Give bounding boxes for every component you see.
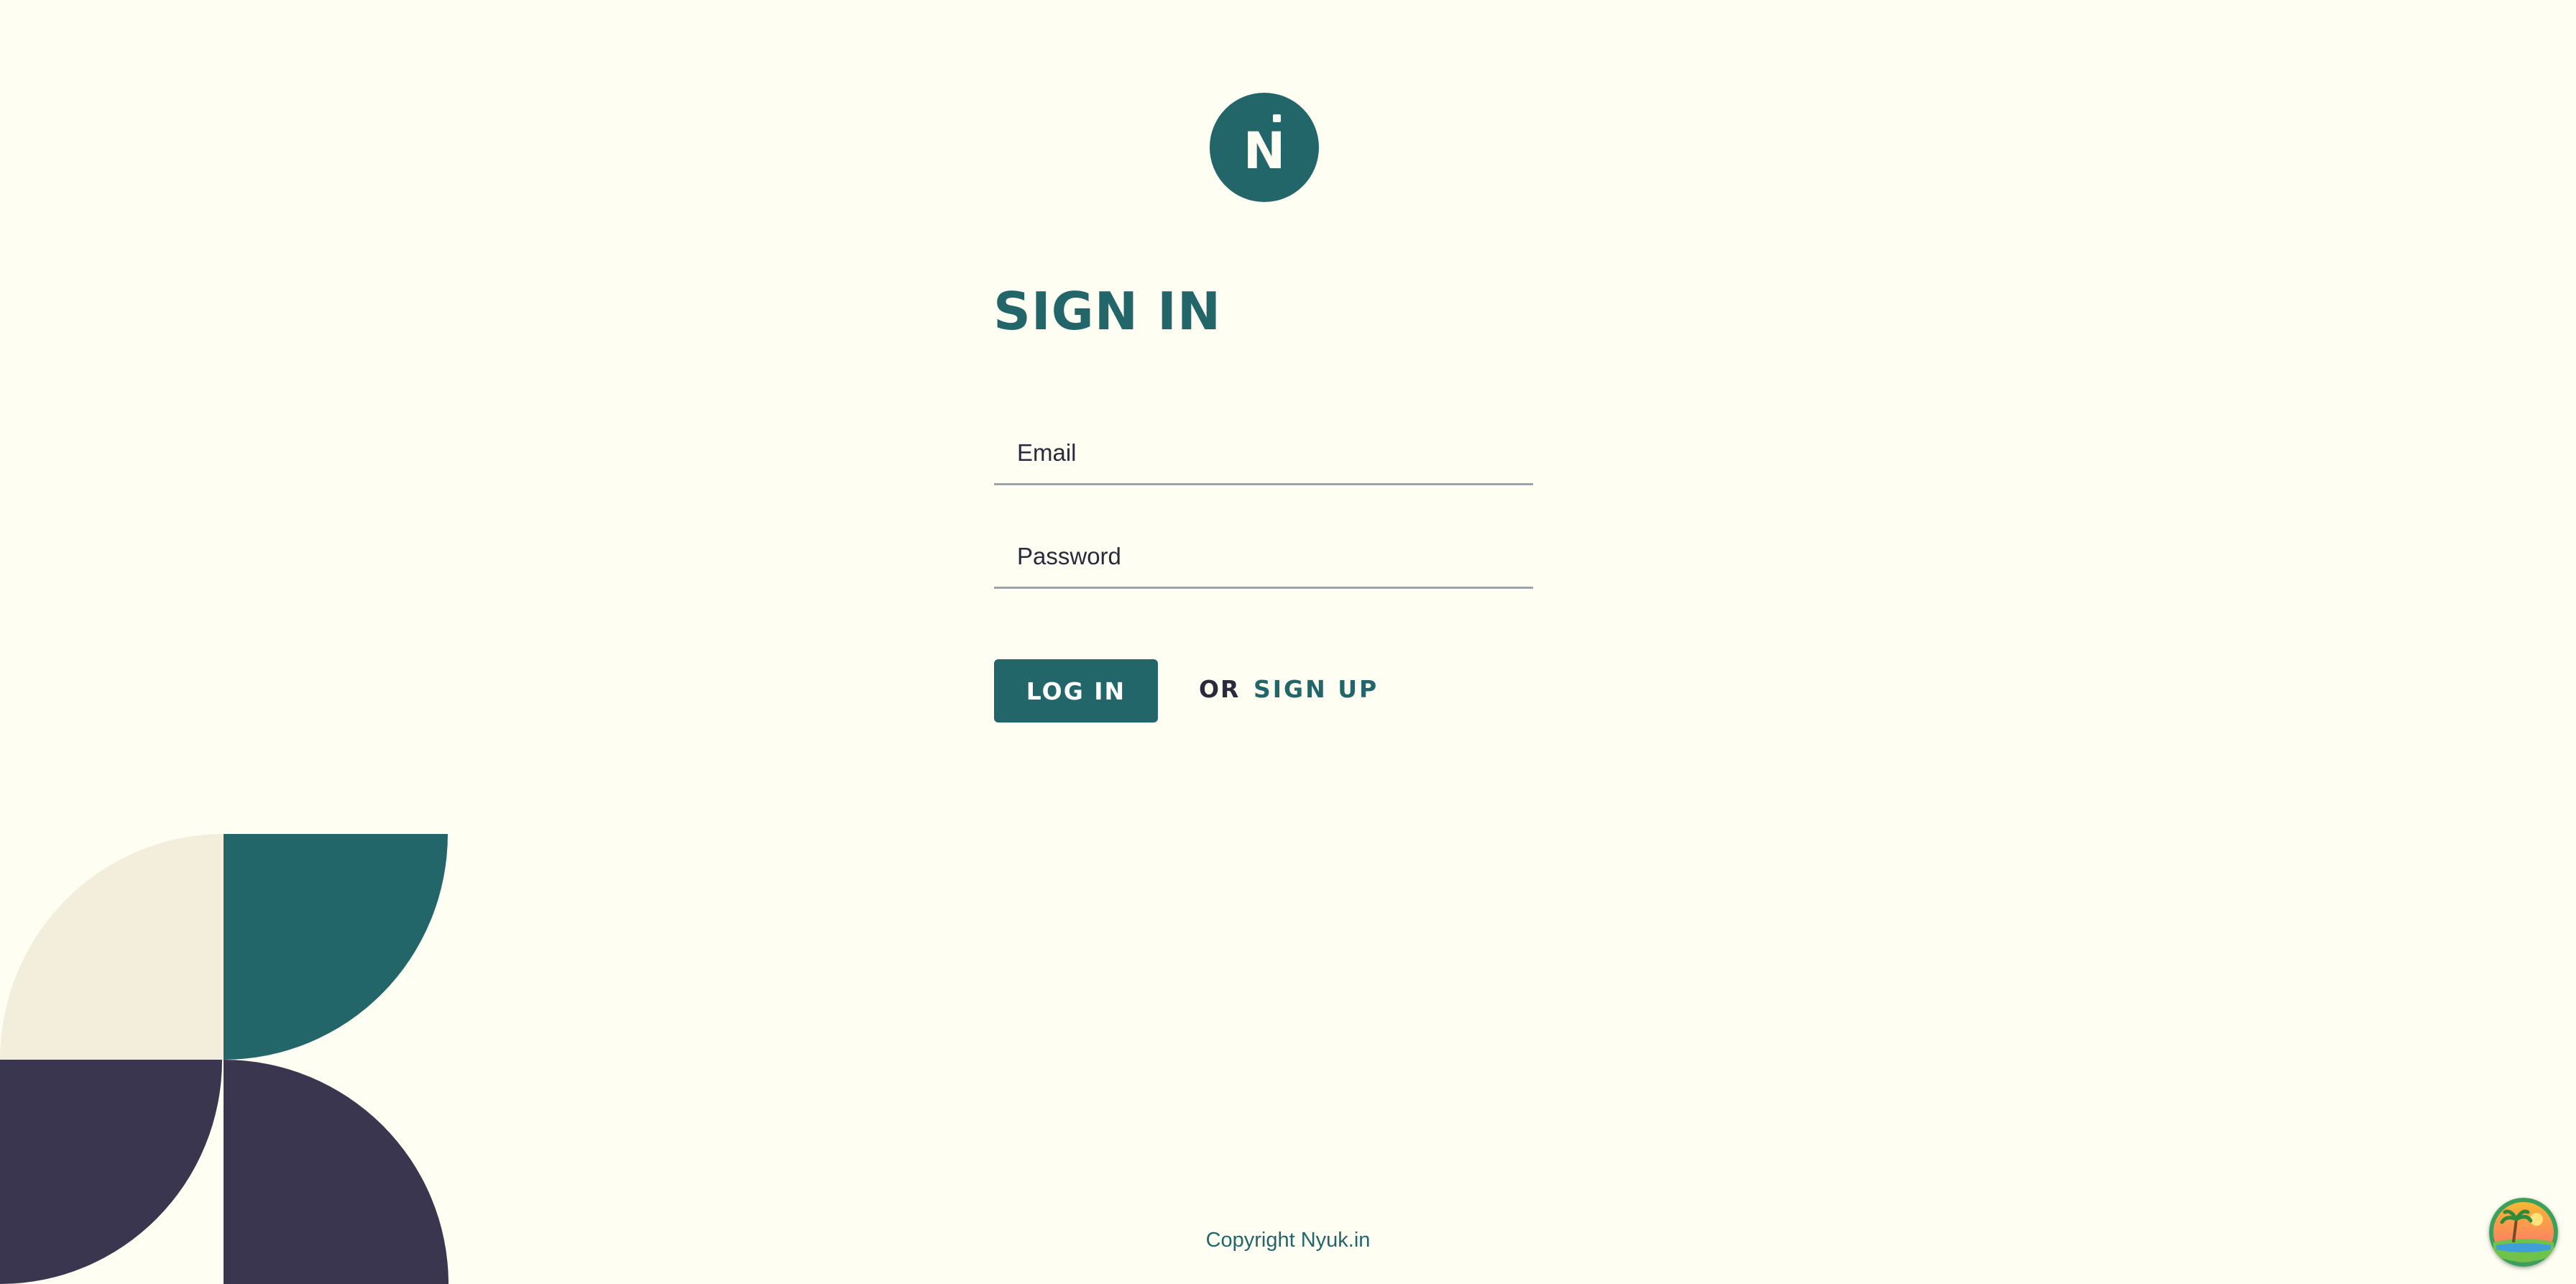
signup-link[interactable]: SIGN UP: [1254, 674, 1379, 705]
email-field[interactable]: [994, 422, 1533, 483]
floating-avatar-button[interactable]: [2489, 1198, 2558, 1267]
password-field-wrapper: [994, 526, 1533, 589]
brand-logo: N: [1210, 93, 1319, 202]
or-separator: OR: [1199, 675, 1241, 703]
cream-quarter-shape: [0, 834, 224, 1060]
logo-dot: [1273, 114, 1282, 122]
decorative-shapes: [0, 834, 448, 1284]
teal-quarter-shape: [224, 834, 448, 1060]
page-title: SIGN IN: [993, 281, 1222, 341]
copyright-text: Copyright Nyuk.in: [1205, 1229, 1371, 1252]
email-field-wrapper: [994, 422, 1533, 485]
password-field[interactable]: [994, 526, 1533, 587]
logo-letter: N: [1243, 114, 1285, 176]
login-button[interactable]: LOG IN: [994, 659, 1158, 723]
beach-scene-icon: [2489, 1198, 2558, 1267]
